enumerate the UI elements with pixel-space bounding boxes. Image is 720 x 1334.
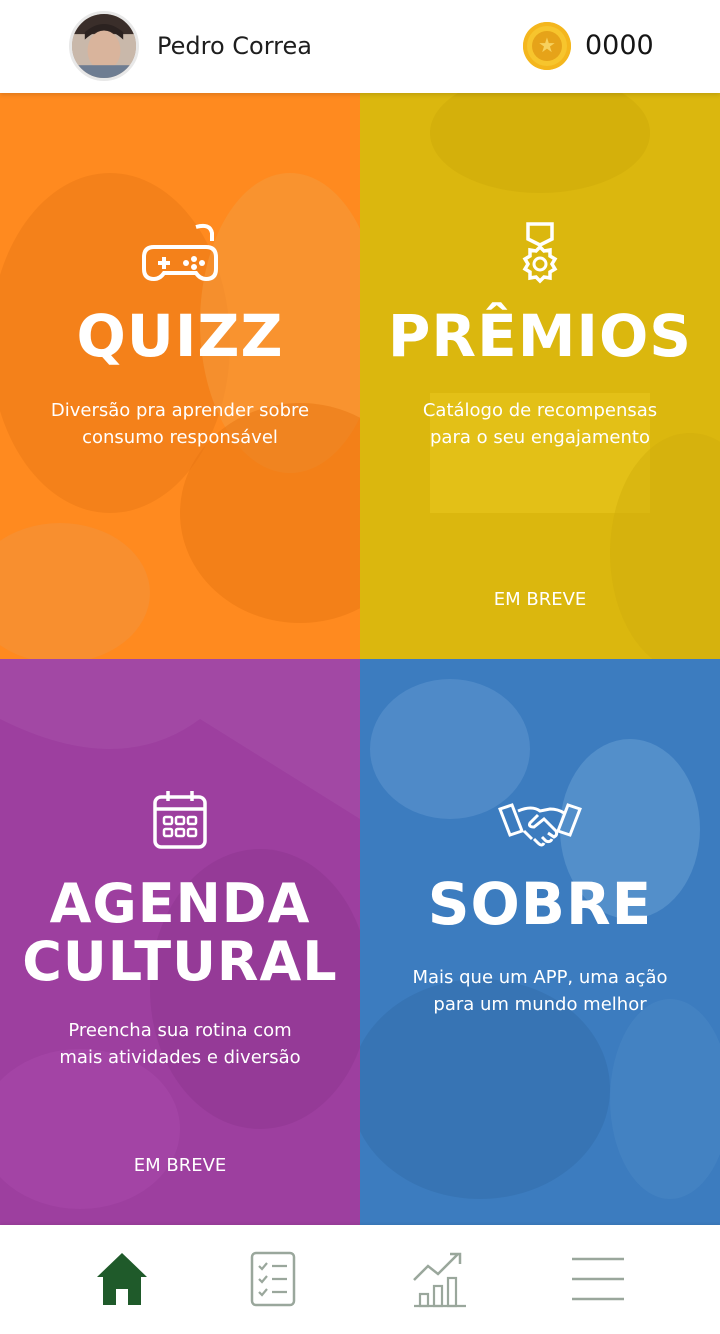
handshake-icon bbox=[498, 803, 582, 847]
coin-count: 0000 bbox=[585, 30, 654, 61]
tile-title: QUIZZ bbox=[76, 302, 284, 370]
nav-progress[interactable] bbox=[410, 1249, 470, 1309]
tile-description-line: para o seu engajamento bbox=[430, 427, 650, 448]
growth-chart-icon bbox=[413, 1252, 466, 1308]
coming-soon-label: EM BREVE bbox=[493, 589, 587, 610]
nav-tasks[interactable] bbox=[243, 1249, 303, 1309]
star-coin-icon: ★ bbox=[523, 22, 571, 70]
tile-description-line: Preencha sua rotina com bbox=[68, 1020, 292, 1041]
tile-description-line: consumo responsável bbox=[82, 427, 278, 448]
avatar[interactable] bbox=[69, 11, 139, 81]
checklist-icon bbox=[250, 1251, 296, 1307]
avatar-photo bbox=[72, 14, 136, 78]
calendar-icon bbox=[153, 791, 207, 849]
tile-title: AGENDA CULTURAL bbox=[0, 875, 360, 991]
user-name: Pedro Correa bbox=[157, 32, 312, 60]
app-header: Pedro Correa ★ 0000 bbox=[0, 0, 720, 93]
tile-sobre[interactable]: SOBRE Mais que um APP, uma ação para um … bbox=[360, 659, 720, 1225]
tile-title: SOBRE bbox=[427, 870, 653, 938]
home-icon bbox=[97, 1253, 147, 1305]
quizz-background-photo bbox=[0, 93, 360, 659]
bottom-navigation bbox=[0, 1225, 720, 1334]
nav-home[interactable] bbox=[92, 1249, 152, 1309]
tile-description: Diversão pra aprender sobre consumo resp… bbox=[0, 397, 360, 451]
nav-menu[interactable] bbox=[568, 1249, 628, 1309]
premios-background-photo bbox=[360, 93, 720, 659]
tile-title-line: CULTURAL bbox=[22, 930, 338, 993]
tile-description-line: mais atividades e diversão bbox=[59, 1047, 301, 1068]
tile-description-line: Diversão pra aprender sobre bbox=[50, 400, 310, 421]
tile-description: Catálogo de recompensas para o seu engaj… bbox=[360, 397, 720, 451]
tile-description-line: Mais que um APP, uma ação bbox=[412, 967, 668, 988]
tile-quizz[interactable]: QUIZZ Diversão pra aprender sobre consum… bbox=[0, 93, 360, 659]
sobre-background-photo bbox=[360, 659, 720, 1225]
tile-title-line: AGENDA bbox=[49, 872, 311, 935]
tile-description-line: para um mundo melhor bbox=[433, 994, 647, 1015]
coming-soon-label: EM BREVE bbox=[133, 1155, 227, 1176]
gamepad-icon bbox=[142, 223, 218, 282]
tile-description: Mais que um APP, uma ação para um mundo … bbox=[360, 964, 720, 1018]
tile-premios[interactable]: PRÊMIOS Catálogo de recompensas para o s… bbox=[360, 93, 720, 659]
tile-description: Preencha sua rotina com mais atividades … bbox=[0, 1017, 360, 1071]
tile-title: PRÊMIOS bbox=[387, 302, 693, 370]
tile-description-line: Catálogo de recompensas bbox=[422, 400, 658, 421]
menu-icon bbox=[572, 1257, 624, 1301]
medal-icon bbox=[522, 222, 558, 284]
tile-agenda-cultural[interactable]: AGENDA CULTURAL Preencha sua rotina com … bbox=[0, 659, 360, 1225]
